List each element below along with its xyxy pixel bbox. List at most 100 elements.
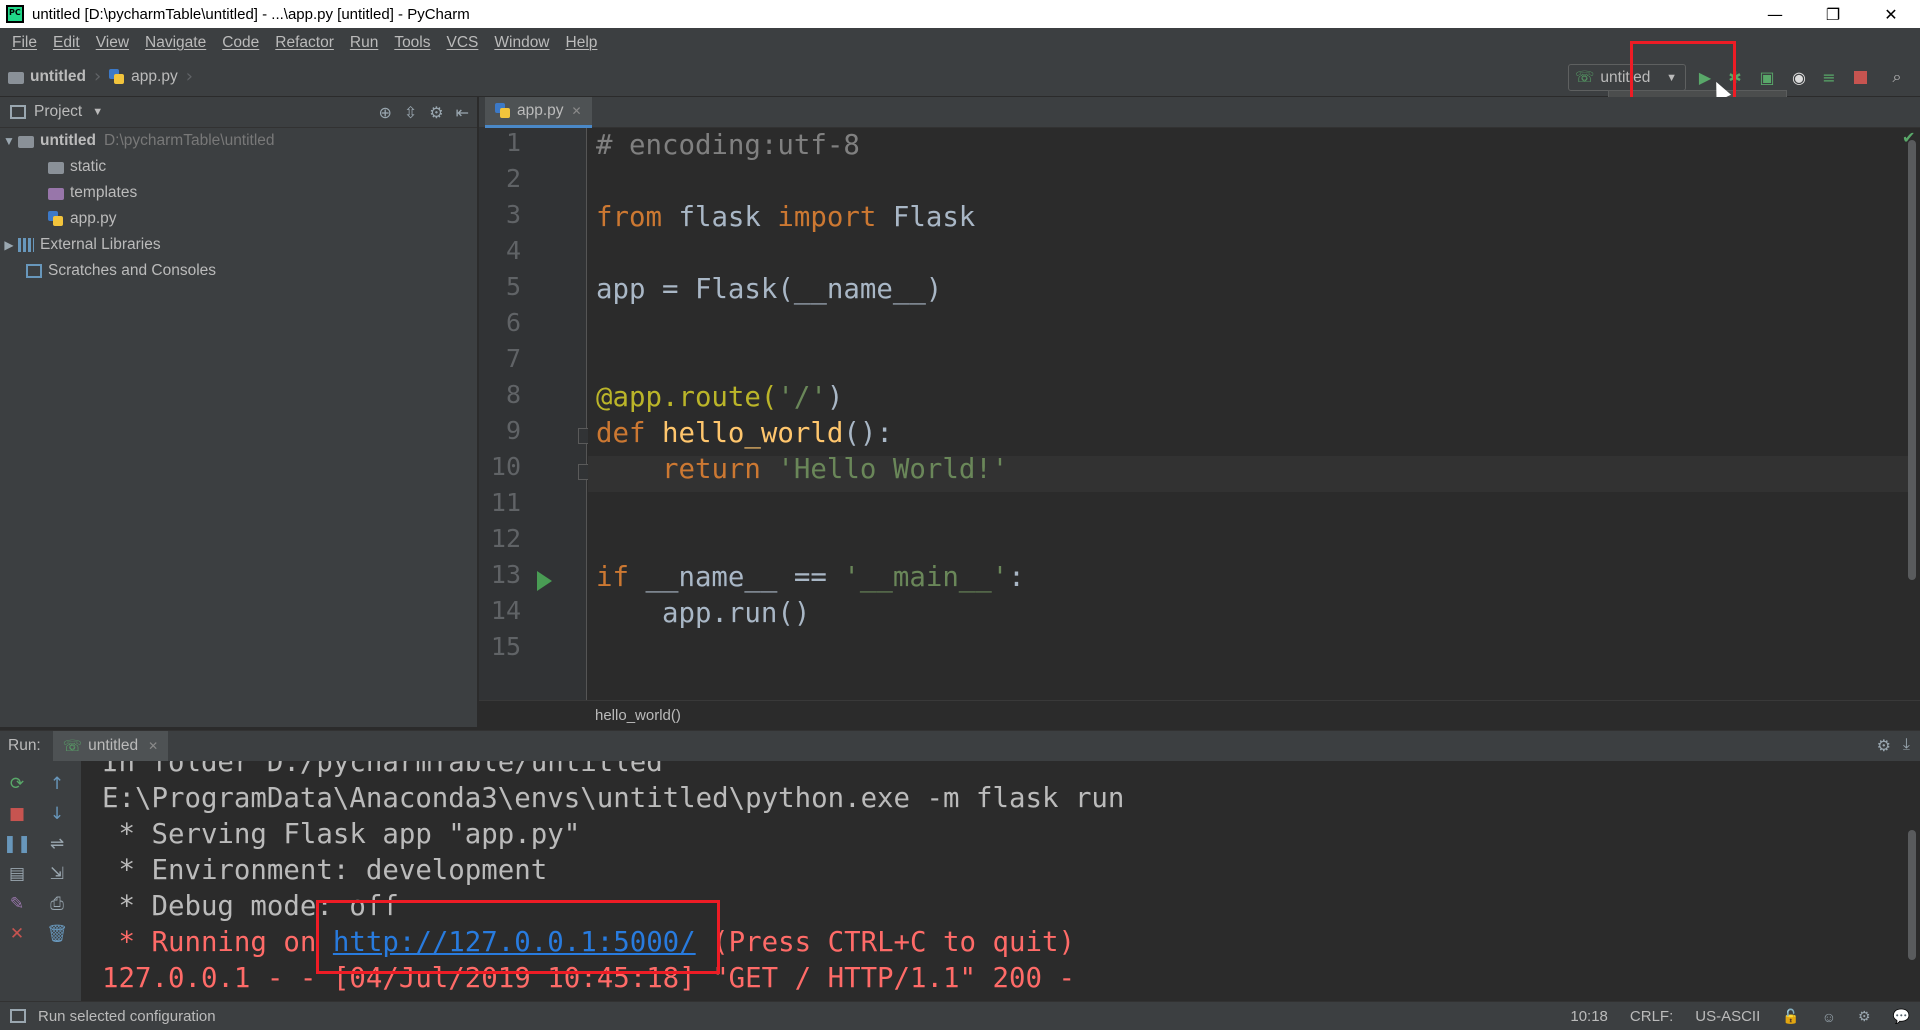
menu-view[interactable]: View xyxy=(88,34,137,52)
tree-item-templates[interactable]: templates xyxy=(0,180,477,206)
menu-edit[interactable]: Edit xyxy=(45,34,88,52)
tree-item-label: app.py xyxy=(70,210,117,227)
file-encoding[interactable]: US-ASCII xyxy=(1695,1008,1760,1025)
code-token: ) xyxy=(826,382,844,413)
breadcrumb-project[interactable]: untitled xyxy=(0,68,94,86)
menu-tools[interactable]: Tools xyxy=(386,34,438,52)
menu-window[interactable]: Window xyxy=(486,34,557,52)
code-token: app = Flask(__name__) xyxy=(596,274,943,305)
close-button[interactable]: ✕ xyxy=(1862,0,1920,28)
git-icon[interactable]: ⚙ xyxy=(1858,1008,1871,1025)
console-scrollbar[interactable] xyxy=(1908,830,1916,960)
menu-help[interactable]: Help xyxy=(558,34,606,52)
line-number: 7 xyxy=(505,344,521,373)
breadcrumb-function[interactable]: hello_world() xyxy=(595,707,681,724)
tree-item-scratches[interactable]: Scratches and Consoles xyxy=(0,258,477,284)
expand-arrow-icon[interactable]: ▶ xyxy=(0,238,18,252)
run-gutter-icon[interactable] xyxy=(537,571,552,591)
tree-item-static[interactable]: static xyxy=(0,154,477,180)
scratches-icon xyxy=(26,264,42,278)
menu-run[interactable]: Run xyxy=(342,34,386,52)
search-everywhere-button[interactable]: ⌕ xyxy=(1886,66,1908,88)
rerun-icon[interactable]: ⟳ xyxy=(6,773,28,795)
close-icon[interactable]: ✕ xyxy=(6,923,28,945)
profile-button[interactable]: ◉ xyxy=(1788,66,1810,88)
run-with-coverage-button[interactable]: ▣ xyxy=(1756,66,1778,88)
python-run-config-icon: ☏ xyxy=(1575,69,1595,86)
collapse-all-icon[interactable]: ⇳ xyxy=(404,103,417,123)
status-widgets: 10:18 CRLF: US-ASCII 🔓 ☺ ⚙ 💬 xyxy=(1570,1002,1910,1030)
locate-file-icon[interactable]: ⊕ xyxy=(378,103,391,123)
code-line-5: app = Flask(__name__) xyxy=(596,272,942,308)
python-file-icon xyxy=(48,211,64,227)
gear-icon[interactable]: ⚙ xyxy=(1877,736,1891,756)
pause-icon[interactable]: ❚❚ xyxy=(3,833,32,855)
menu-code[interactable]: Code xyxy=(214,34,267,52)
hide-panel-icon[interactable]: ⤓ xyxy=(1903,736,1910,756)
function-name-token: hello_world xyxy=(645,418,844,449)
close-tab-icon[interactable]: ✕ xyxy=(572,104,582,118)
code-line-9: def hello_world(): xyxy=(596,416,893,452)
keyword-token: return xyxy=(661,454,761,485)
run-panel-label: Run: xyxy=(8,737,41,754)
code-line-8: @app.route('/') xyxy=(596,380,843,416)
editor-scrollbar[interactable] xyxy=(1908,140,1916,580)
menu-navigate[interactable]: Navigate xyxy=(137,34,214,52)
expand-arrow-icon[interactable]: ▼ xyxy=(0,134,18,148)
tab-app-py[interactable]: app.py ✕ xyxy=(485,97,592,128)
tree-item-app-py[interactable]: app.py xyxy=(0,206,477,232)
close-tab-icon[interactable]: ✕ xyxy=(148,739,158,753)
stop-icon xyxy=(1853,70,1867,84)
code-token: (): xyxy=(843,418,893,449)
event-log-icon[interactable]: 💬 xyxy=(1893,1008,1910,1025)
line-number: 1 xyxy=(505,128,521,157)
gear-icon[interactable]: ⚙ xyxy=(429,103,443,123)
arrow-up-icon[interactable]: ↑ xyxy=(46,773,68,795)
window-title: untitled [D:\pycharmTable\untitled] - ..… xyxy=(32,5,470,23)
tab-label: app.py xyxy=(517,102,564,119)
print-icon[interactable]: ⎙ xyxy=(46,893,68,915)
stop-icon[interactable]: ■ xyxy=(6,803,28,825)
line-number: 14 xyxy=(490,596,521,625)
layout-icon[interactable]: ▤ xyxy=(6,863,28,885)
code-token: __name__ == xyxy=(628,562,844,593)
scroll-to-end-icon[interactable]: ⇲ xyxy=(46,863,68,885)
code-breadcrumb: hello_world() xyxy=(479,700,1920,730)
soft-wrap-icon[interactable]: ⇌ xyxy=(46,833,68,855)
keyword-token: if xyxy=(596,562,629,593)
python-file-icon xyxy=(495,103,511,119)
hide-panel-icon[interactable]: ⇤ xyxy=(456,103,469,123)
run-tab-untitled[interactable]: ☏ untitled ✕ xyxy=(52,730,169,762)
chevron-down-icon[interactable]: ▼ xyxy=(92,106,103,118)
line-number: 9 xyxy=(505,416,521,445)
run-panel-tools: ⚙ ⤓ xyxy=(1877,736,1910,756)
menu-refactor[interactable]: Refactor xyxy=(267,34,342,52)
restore-button[interactable]: ❐ xyxy=(1804,0,1862,28)
breadcrumb-file[interactable]: app.py xyxy=(101,68,186,86)
arrow-down-icon[interactable]: ↓ xyxy=(46,803,68,825)
breadcrumb-separator: › xyxy=(185,66,193,87)
project-view-icon xyxy=(10,105,26,119)
tree-item-label: static xyxy=(70,158,107,175)
tree-item-external-libraries[interactable]: ▶ External Libraries xyxy=(0,232,477,258)
lock-icon[interactable]: 🔓 xyxy=(1782,1008,1799,1025)
tool-windows-icon[interactable] xyxy=(10,1009,26,1023)
inspector-icon[interactable]: ☺ xyxy=(1822,1009,1836,1025)
caret-position[interactable]: 10:18 xyxy=(1570,1008,1608,1025)
concurrency-diagram-button[interactable]: ≡ xyxy=(1818,66,1840,88)
line-number: 8 xyxy=(505,380,521,409)
menu-file[interactable]: File xyxy=(4,34,45,52)
tree-item-root[interactable]: ▼ untitled D:\pycharmTable\untitled xyxy=(0,128,477,154)
project-view-selector[interactable]: Project xyxy=(34,103,82,121)
stop-button[interactable] xyxy=(1849,66,1871,88)
console-line: In folder D:/pycharmTable/untitled xyxy=(102,761,663,778)
menu-vcs[interactable]: VCS xyxy=(439,34,487,52)
line-number: 15 xyxy=(490,632,521,661)
trash-icon[interactable]: 🗑 xyxy=(46,923,68,945)
line-number: 13 xyxy=(490,560,521,589)
pin-icon[interactable]: ✎ xyxy=(6,893,28,915)
line-number: 5 xyxy=(505,272,521,301)
line-separator[interactable]: CRLF: xyxy=(1630,1008,1673,1025)
minimize-button[interactable]: — xyxy=(1746,0,1804,28)
line-number: 2 xyxy=(505,164,521,193)
